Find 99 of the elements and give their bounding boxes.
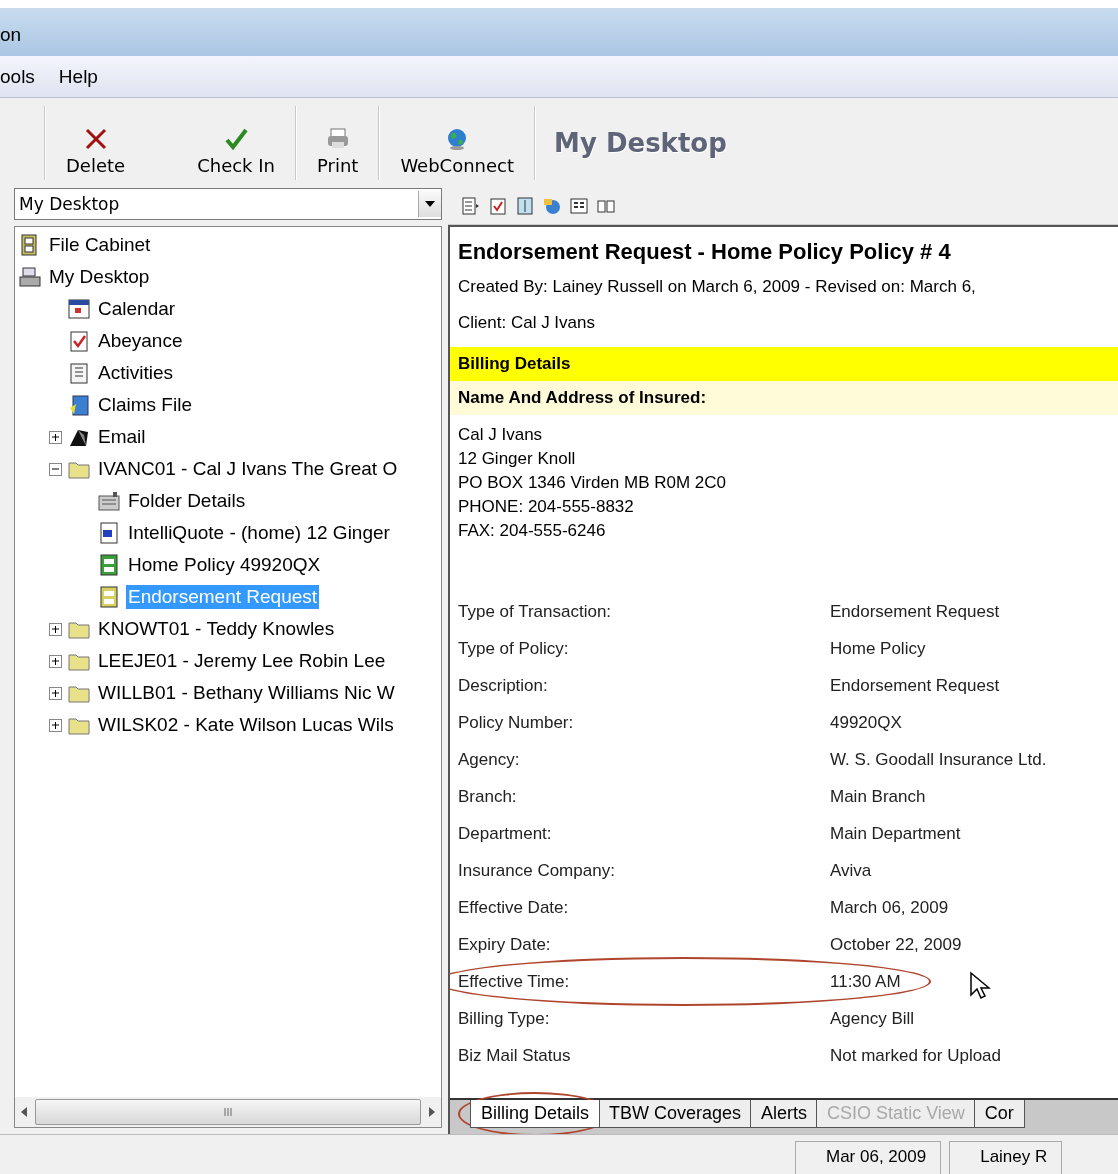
field-label: Billing Type: (458, 1008, 551, 1029)
claims-icon (68, 394, 90, 416)
field-value: Endorsement Request (830, 675, 1000, 696)
window-title: on (0, 23, 22, 46)
toolbar-button[interactable]: WebConnect (384, 106, 531, 180)
menu-item[interactable]: ools (0, 65, 35, 88)
address-line: PO BOX 1346 Virden MB R0M 2C0 (458, 472, 728, 494)
tree-item[interactable]: IntelliQuote - (home) 12 Ginger (126, 521, 392, 545)
expand-toggle[interactable] (49, 718, 62, 732)
field-value: Not marked for Upload (830, 1045, 1002, 1066)
two-pages-icon[interactable] (597, 197, 615, 215)
expand-toggle[interactable] (49, 462, 62, 476)
grip-icon (224, 1107, 232, 1117)
document-icon (68, 362, 90, 384)
document-title: Endorsement Request - Home Policy Policy # 4 (458, 239, 952, 265)
document-split-icon[interactable] (516, 197, 534, 215)
tree-item[interactable]: Claims File (96, 393, 194, 417)
tree-item[interactable]: My Desktop (47, 265, 152, 289)
subsection-header: Name And Address of Insured: (450, 381, 1118, 415)
field-label: Effective Time: (458, 971, 571, 992)
printer-icon (325, 127, 350, 151)
section-header: Billing Details (450, 347, 1118, 381)
cursor-icon (968, 971, 991, 1000)
field-label: Effective Date: (458, 897, 570, 918)
tree-item[interactable]: Activities (96, 361, 175, 385)
tab[interactable]: Billing Details (470, 1100, 601, 1128)
expand-toggle[interactable] (49, 654, 62, 668)
plus-icon (51, 688, 60, 698)
calendar-icon (68, 298, 90, 320)
field-value: Main Department (830, 823, 961, 844)
folder-details-icon (98, 490, 120, 512)
field-label: Agency: (458, 749, 521, 770)
tree-item[interactable]: Home Policy 49920QX (126, 553, 323, 577)
delete-icon (83, 127, 108, 151)
quote-document-icon (98, 522, 120, 544)
tree-item[interactable]: KNOWT01 - Teddy Knowles (96, 617, 337, 641)
field-label: Department: (458, 823, 553, 844)
field-label: Biz Mail Status (458, 1045, 572, 1066)
expand-toggle[interactable] (49, 430, 62, 444)
field-label: Expiry Date: (458, 934, 552, 955)
location-dropdown[interactable]: My Desktop (14, 188, 442, 220)
field-value: Main Branch (830, 786, 926, 807)
field-value: Aviva (830, 860, 872, 881)
address-line: 12 Ginger Knoll (458, 448, 577, 470)
plus-icon (51, 720, 60, 730)
policy-document-icon (98, 554, 120, 576)
field-value: 49920QX (830, 712, 902, 733)
plus-icon (51, 656, 60, 666)
clipboard-check-icon (68, 330, 90, 352)
toolbar-button[interactable]: Check In (181, 106, 291, 180)
scrollbar-thumb[interactable] (35, 1099, 421, 1125)
tree-item[interactable]: LEEJE01 - Jeremy Lee Robin Lee (96, 649, 388, 673)
desktop-heading: My Desktop (553, 128, 727, 158)
toolbar-button[interactable]: Delete (50, 106, 142, 180)
scroll-left-icon (21, 1107, 27, 1117)
address-line: Cal J Ivans (458, 424, 544, 446)
expand-toggle[interactable] (49, 622, 62, 636)
tree-item[interactable]: Calendar (96, 297, 178, 321)
field-label: Type of Policy: (458, 638, 570, 659)
checkmark-icon (224, 127, 249, 151)
menu-item[interactable]: Help (58, 65, 98, 88)
tree-item[interactable]: WILLB01 - Bethany Williams Nic W (96, 681, 397, 705)
field-label: Type of Transaction: (458, 601, 613, 622)
field-value: 11:30 AM (830, 971, 901, 992)
field-value: October 22, 2009 (830, 934, 962, 955)
tree-item[interactable]: IVANC01 - Cal J Ivans The Great O (96, 457, 400, 481)
address-line: FAX: 204-555-6246 (458, 520, 607, 542)
tab[interactable]: TBW Coverages (598, 1100, 753, 1128)
status-field: Mar 06, 2009 (795, 1141, 942, 1174)
tree-item[interactable]: File Cabinet (47, 233, 153, 257)
field-value: W. S. Goodall Insurance Ltd. (830, 749, 1047, 770)
address-line: PHONE: 204-555-8832 (458, 496, 635, 518)
created-info: Created By: Lainey Russell on March 6, 2009 - Revised on: March 6, (458, 276, 977, 298)
list-view-icon[interactable] (462, 197, 480, 215)
tab[interactable]: Cor (973, 1100, 1025, 1128)
field-value: Endorsement Request (830, 601, 1000, 622)
plus-icon (51, 624, 60, 634)
field-value: Agency Bill (830, 1008, 915, 1029)
field-value: Home Policy (830, 638, 926, 659)
form-icon[interactable] (570, 197, 588, 215)
plus-icon (51, 432, 60, 442)
toolbar-button[interactable]: Print (300, 106, 375, 180)
client-name: Client: Cal J Ivans (458, 312, 596, 334)
tree-item[interactable]: WILSK02 - Kate Wilson Lucas Wils (96, 713, 396, 737)
tree-item[interactable]: Folder Details (126, 489, 248, 513)
caret-icon (424, 200, 436, 208)
field-label: Description: (458, 675, 549, 696)
endorsement-document-icon (98, 586, 120, 608)
field-label: Insurance Company: (458, 860, 616, 881)
scroll-right-icon (429, 1107, 435, 1117)
field-label: Branch: (458, 786, 518, 807)
tree-item[interactable]: Email (96, 425, 148, 449)
status-field: Lainey R (949, 1141, 1063, 1174)
field-value: March 06, 2009 (830, 897, 949, 918)
tree-item[interactable]: Abeyance (96, 329, 185, 353)
expand-toggle[interactable] (49, 686, 62, 700)
field-label: Policy Number: (458, 712, 575, 733)
tab[interactable]: Alerts (750, 1100, 819, 1128)
checklist-icon[interactable] (489, 197, 507, 215)
